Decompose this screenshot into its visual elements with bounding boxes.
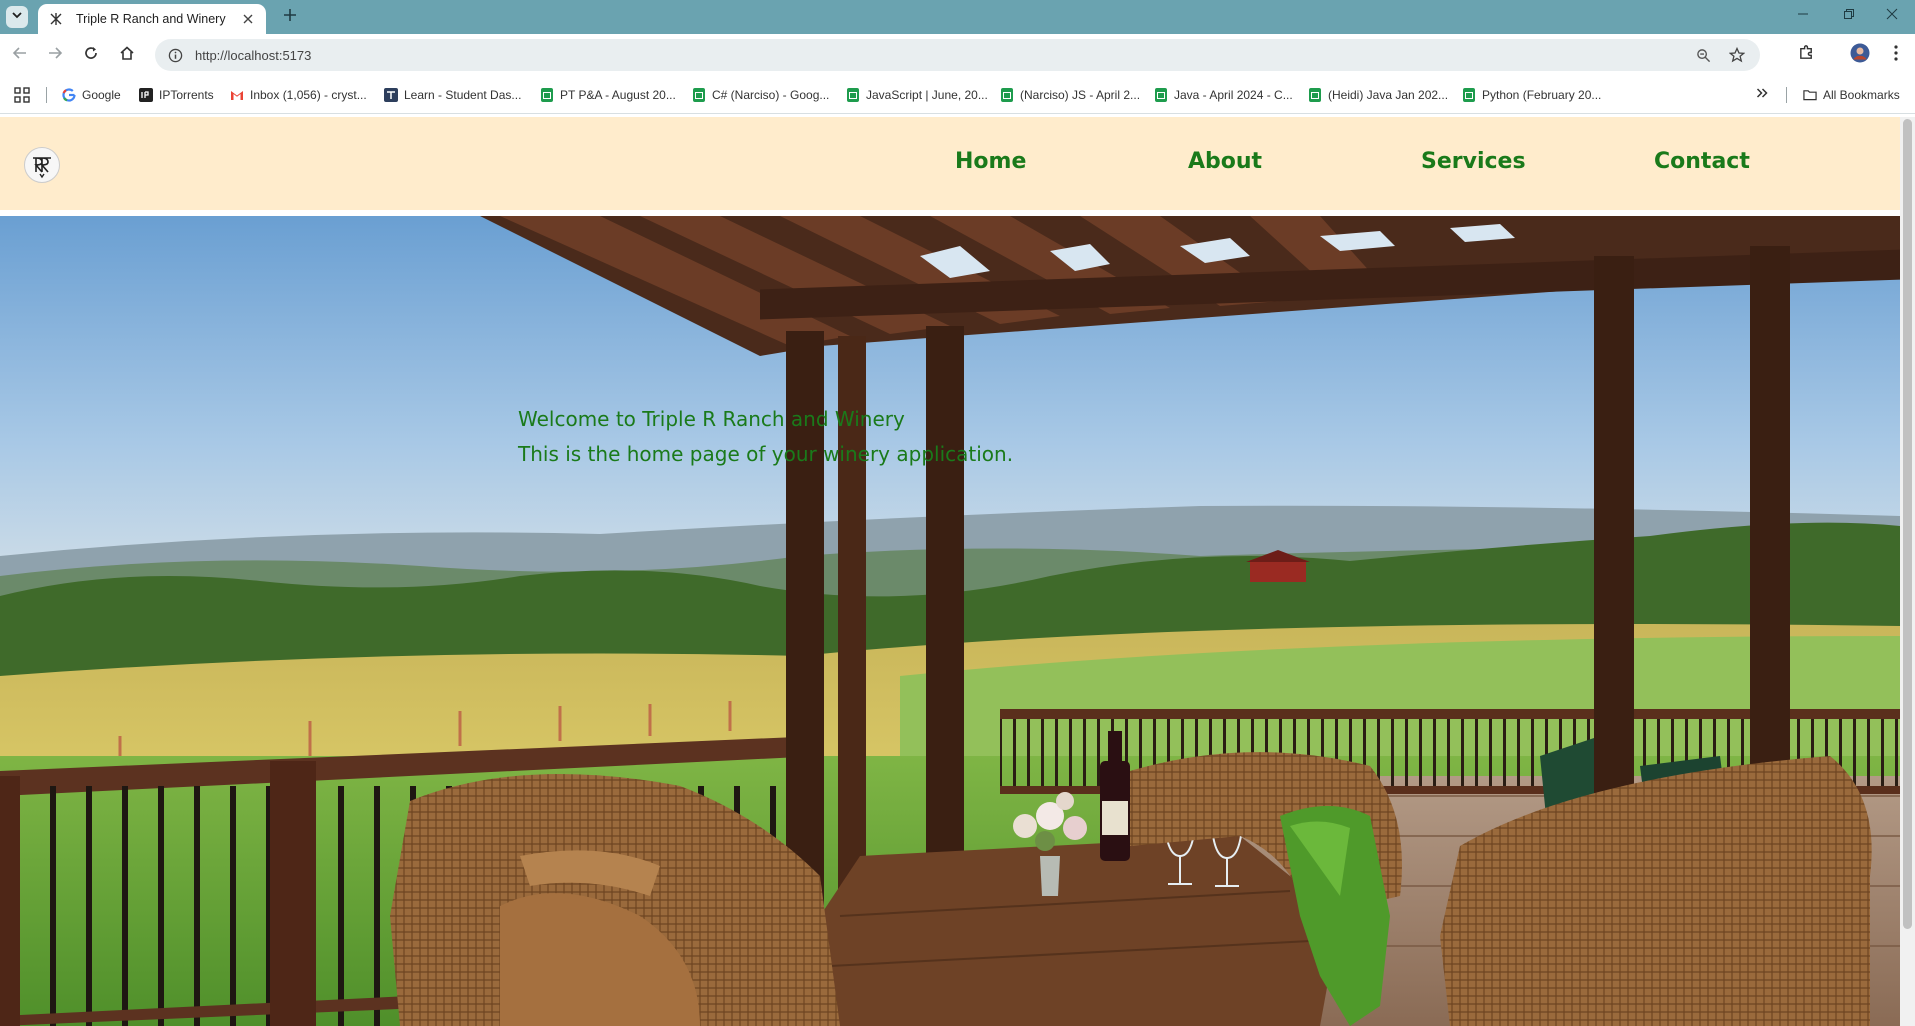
bookmark-narciso-js[interactable]: (Narciso) JS - April 2... <box>1000 85 1140 105</box>
bookmark-iptorrents[interactable]: IPTorrents <box>139 85 214 105</box>
close-window-button[interactable] <box>1869 0 1915 32</box>
nav-home[interactable]: Home <box>955 149 1026 174</box>
address-bar[interactable]: http://localhost:5173 <box>155 39 1760 71</box>
page-viewport: Home About Services Contact Welcome to T… <box>0 117 1900 1026</box>
bookmark-label: Java - April 2024 - C... <box>1174 88 1293 102</box>
home-icon <box>119 45 135 66</box>
menu-button[interactable] <box>1883 42 1909 68</box>
hero-section: Welcome to Triple R Ranch and Winery Thi… <box>0 216 1900 1026</box>
sheets-icon <box>846 88 860 102</box>
bookmark-label: (Narciso) JS - April 2... <box>1020 88 1141 102</box>
sheets-icon <box>1462 88 1476 102</box>
folder-icon <box>1803 88 1817 102</box>
bookmarks-separator <box>46 87 47 103</box>
all-bookmarks-button[interactable]: All Bookmarks <box>1803 85 1900 105</box>
bookmark-star-icon[interactable] <box>1726 44 1748 66</box>
tab-strip: Triple R Ranch and Winery <box>0 0 1915 34</box>
home-button[interactable] <box>115 43 139 67</box>
minimize-button[interactable] <box>1780 0 1826 32</box>
zoom-icon[interactable] <box>1692 44 1714 66</box>
site-header: Home About Services Contact <box>0 117 1900 210</box>
bookmark-label: Python (February 20... <box>1482 88 1602 102</box>
welcome-subtext: This is the home page of your winery app… <box>518 442 1014 466</box>
url-text[interactable]: http://localhost:5173 <box>195 48 1692 63</box>
scrollbar-thumb[interactable] <box>1903 119 1912 929</box>
close-tab-icon[interactable] <box>240 11 256 27</box>
bookmarks-separator <box>1786 87 1787 103</box>
restore-icon <box>1843 7 1855 25</box>
google-icon <box>62 88 76 102</box>
sheets-icon <box>540 88 554 102</box>
ranch-logo[interactable] <box>24 147 60 183</box>
kebab-menu-icon <box>1894 44 1898 66</box>
tab-search-button[interactable] <box>6 6 28 28</box>
hero-text: Welcome to Triple R Ranch and Winery Thi… <box>518 402 1013 472</box>
double-chevron-right-icon <box>1756 86 1768 104</box>
restore-button[interactable] <box>1826 0 1872 32</box>
bookmarks-bar: Google IPTorrents Inbox (1,056) - cryst.… <box>0 76 1915 114</box>
arrow-left-icon <box>12 45 28 66</box>
avatar-icon <box>1850 43 1870 68</box>
nav-contact[interactable]: Contact <box>1654 149 1750 174</box>
bookmark-label: JavaScript | June, 20... <box>866 88 988 102</box>
bookmark-label: PT P&A - August 20... <box>560 88 676 102</box>
chevron-down-icon <box>11 8 23 26</box>
bookmark-java[interactable]: Java - April 2024 - C... <box>1154 85 1293 105</box>
nav-about[interactable]: About <box>1188 149 1262 174</box>
site-info-icon[interactable] <box>165 45 185 65</box>
bookmark-learn[interactable]: Learn - Student Das... <box>384 85 521 105</box>
bookmark-heidi-java[interactable]: (Heidi) Java Jan 202... <box>1308 85 1448 105</box>
bookmark-inbox[interactable]: Inbox (1,056) - cryst... <box>230 85 367 105</box>
profile-avatar[interactable] <box>1847 42 1873 68</box>
new-tab-button[interactable] <box>279 6 301 28</box>
sheets-icon <box>1154 88 1168 102</box>
bookmark-label: IPTorrents <box>159 88 214 102</box>
sheets-icon <box>1000 88 1014 102</box>
sheets-icon <box>1308 88 1322 102</box>
reload-icon <box>83 45 99 66</box>
more-bookmarks-button[interactable] <box>1752 86 1772 104</box>
apps-grid-icon[interactable] <box>14 87 30 103</box>
learn-icon <box>384 88 398 102</box>
bookmark-label: (Heidi) Java Jan 202... <box>1328 88 1449 102</box>
page-scrollbar[interactable] <box>1900 117 1915 1026</box>
ipt-icon <box>139 88 153 102</box>
minimize-icon <box>1797 7 1809 25</box>
bookmark-label: Inbox (1,056) - cryst... <box>250 88 367 102</box>
forward-button[interactable] <box>43 43 67 67</box>
bookmark-label: Learn - Student Das... <box>404 88 522 102</box>
bookmark-javascript[interactable]: JavaScript | June, 20... <box>846 85 988 105</box>
reload-button[interactable] <box>79 43 103 67</box>
tab-title: Triple R Ranch and Winery <box>76 12 226 26</box>
winery-patio-image <box>0 216 1900 1026</box>
bookmark-label: C# (Narciso) - Goog... <box>712 88 830 102</box>
triple-r-logo-icon <box>33 157 51 179</box>
bookmark-google[interactable]: Google <box>62 85 121 105</box>
active-tab[interactable]: Triple R Ranch and Winery <box>38 4 266 34</box>
welcome-heading: Welcome to Triple R Ranch and Winery <box>518 407 905 431</box>
ranch-favicon-icon <box>48 11 64 27</box>
extensions-button[interactable] <box>1793 42 1819 68</box>
puzzle-icon <box>1798 44 1815 66</box>
all-bookmarks-label: All Bookmarks <box>1823 88 1900 102</box>
close-icon <box>1886 7 1898 25</box>
bookmark-label: Google <box>82 88 121 102</box>
bookmark-csharp[interactable]: C# (Narciso) - Goog... <box>692 85 829 105</box>
sheets-icon <box>692 88 706 102</box>
bookmark-python[interactable]: Python (February 20... <box>1462 85 1601 105</box>
bookmark-pt-pa[interactable]: PT P&A - August 20... <box>540 85 676 105</box>
back-button[interactable] <box>8 43 32 67</box>
browser-toolbar: http://localhost:5173 <box>0 34 1915 76</box>
plus-icon <box>283 8 297 27</box>
gmail-icon <box>230 88 244 102</box>
nav-services[interactable]: Services <box>1421 149 1526 174</box>
arrow-right-icon <box>47 45 63 66</box>
